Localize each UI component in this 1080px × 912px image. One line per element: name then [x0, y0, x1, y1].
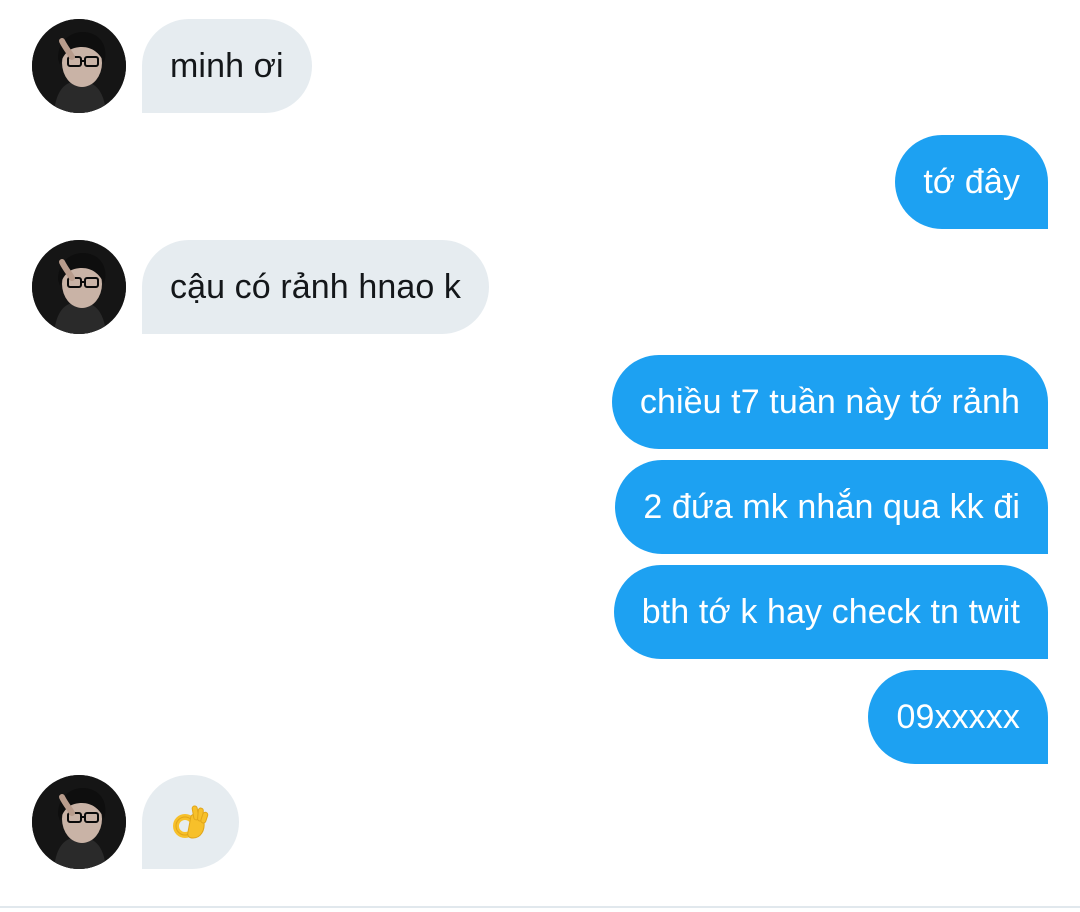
message-bubble-outgoing[interactable]: 2 đứa mk nhắn qua kk đi	[615, 460, 1048, 554]
message-bubble-outgoing[interactable]: tớ đây	[895, 135, 1048, 229]
message-bubble-incoming[interactable]: cậu có rảnh hnao k	[142, 240, 489, 334]
message-text: tớ đây	[923, 162, 1020, 201]
sender-avatar[interactable]	[32, 240, 126, 334]
message-text: bth tớ k hay check tn twit	[641, 592, 1020, 631]
conversation-thread: minh ơi tớ đây cậu có rảnh hnao k chiều …	[0, 0, 1080, 912]
message-bubble-outgoing[interactable]: chiều t7 tuần này tớ rảnh	[611, 355, 1048, 449]
message-text: 09xxxxx	[896, 697, 1020, 736]
message-text: cậu có rảnh hnao k	[170, 267, 461, 306]
message-text: chiều t7 tuần này tớ rảnh	[639, 382, 1020, 421]
avatar-photo	[32, 19, 126, 113]
sender-avatar[interactable]	[32, 775, 126, 869]
ok-hand-emoji-icon	[172, 805, 208, 839]
message-bubble-incoming[interactable]	[142, 775, 239, 869]
avatar-photo	[32, 775, 126, 869]
message-text: minh ơi	[170, 46, 284, 85]
avatar-photo	[32, 240, 126, 334]
message-bubble-outgoing[interactable]: 09xxxxx	[868, 670, 1048, 764]
divider	[0, 906, 1080, 908]
message-bubble-incoming[interactable]: minh ơi	[142, 19, 312, 113]
message-bubble-outgoing[interactable]: bth tớ k hay check tn twit	[613, 565, 1048, 659]
message-text: 2 đứa mk nhắn qua kk đi	[643, 487, 1020, 526]
sender-avatar[interactable]	[32, 19, 126, 113]
